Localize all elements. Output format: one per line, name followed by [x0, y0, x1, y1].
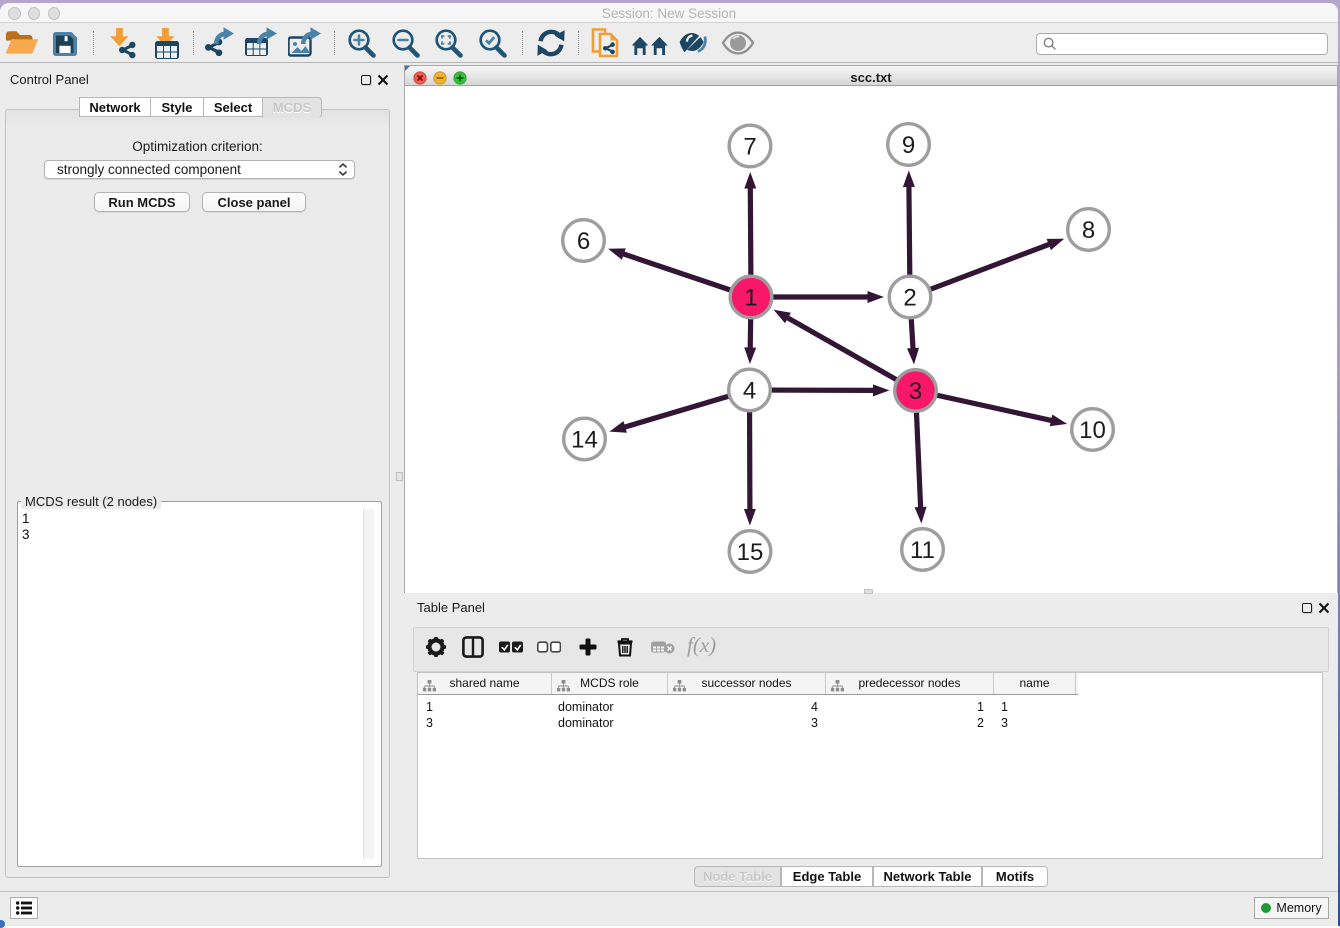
svg-text:4: 4: [743, 378, 756, 405]
svg-text:3: 3: [909, 378, 922, 405]
svg-text:1: 1: [744, 285, 757, 312]
svg-text:7: 7: [743, 134, 756, 161]
svg-text:6: 6: [577, 228, 590, 255]
svg-text:9: 9: [902, 132, 915, 159]
svg-text:10: 10: [1079, 417, 1106, 444]
svg-text:14: 14: [571, 427, 598, 454]
svg-text:11: 11: [910, 537, 935, 564]
svg-text:2: 2: [903, 285, 916, 312]
svg-text:8: 8: [1082, 217, 1095, 244]
svg-text:15: 15: [737, 539, 764, 566]
